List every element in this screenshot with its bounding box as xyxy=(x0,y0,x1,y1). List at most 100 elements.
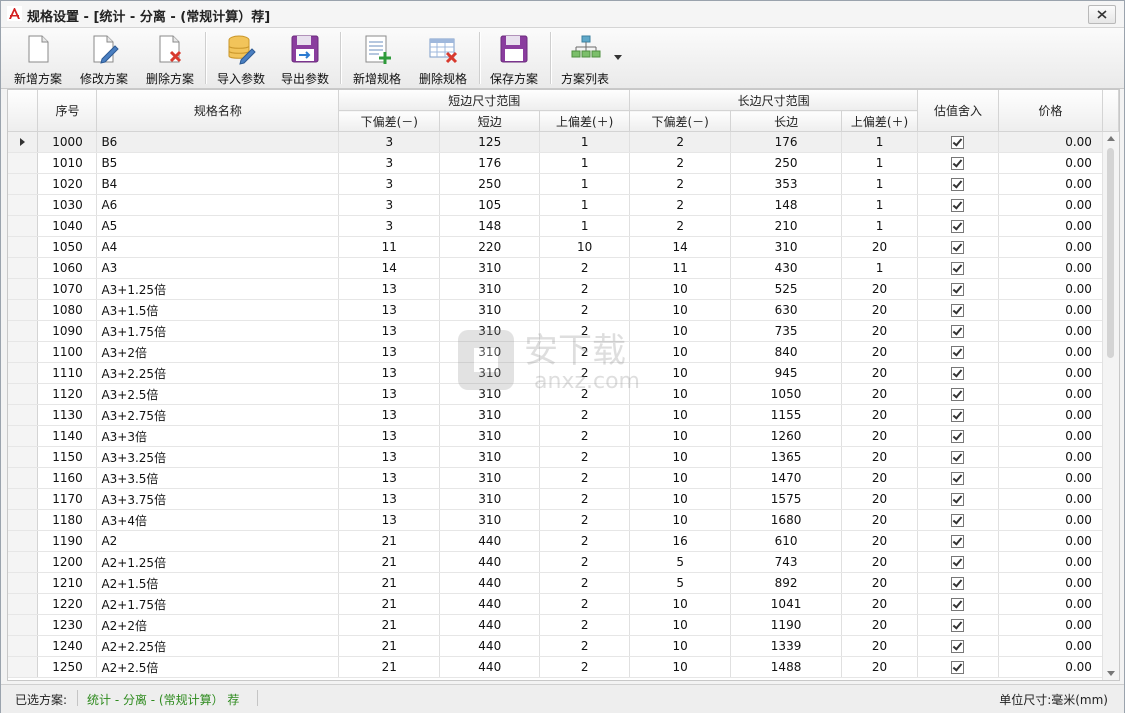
cell-long-lower[interactable]: 16 xyxy=(629,530,732,552)
cell-name[interactable]: A3+1.25倍 xyxy=(96,278,340,300)
row-header[interactable] xyxy=(8,362,39,384)
rounding-checkbox[interactable] xyxy=(951,283,965,296)
cell-short-lower[interactable]: 21 xyxy=(338,572,441,594)
cell-name[interactable]: A4 xyxy=(96,236,340,258)
row-header[interactable] xyxy=(8,467,39,489)
cell-seq[interactable]: 1250 xyxy=(37,656,98,678)
cell-long-lower[interactable]: 10 xyxy=(629,425,732,447)
cell-short-upper[interactable]: 2 xyxy=(539,278,631,300)
dropdown-arrow-icon[interactable] xyxy=(614,55,622,61)
row-header[interactable] xyxy=(8,509,39,531)
row-header[interactable] xyxy=(8,572,39,594)
cell-seq[interactable]: 1010 xyxy=(37,152,98,174)
cell-short-lower[interactable]: 21 xyxy=(338,530,441,552)
cell-short-upper[interactable]: 2 xyxy=(539,299,631,321)
cell-short-lower[interactable]: 21 xyxy=(338,551,441,573)
cell-long-side[interactable]: 1488 xyxy=(730,656,843,678)
row-header[interactable] xyxy=(8,383,39,405)
cell-short-upper[interactable]: 2 xyxy=(539,362,631,384)
cell-long-lower[interactable]: 10 xyxy=(629,593,732,615)
cell-short-side[interactable]: 105 xyxy=(439,194,541,216)
cell-long-lower[interactable]: 10 xyxy=(629,404,732,426)
row-header[interactable] xyxy=(8,551,39,573)
row-header[interactable] xyxy=(8,425,39,447)
cell-long-side[interactable]: 610 xyxy=(730,530,843,552)
cell-long-upper[interactable]: 20 xyxy=(841,425,918,447)
cell-long-upper[interactable]: 1 xyxy=(841,194,918,216)
cell-short-side[interactable]: 148 xyxy=(439,215,541,237)
cell-price[interactable]: 0.00 xyxy=(998,173,1103,195)
cell-price[interactable]: 0.00 xyxy=(998,404,1103,426)
cell-seq[interactable]: 1050 xyxy=(37,236,98,258)
cell-name[interactable]: A3+2倍 xyxy=(96,341,340,363)
cell-price[interactable]: 0.00 xyxy=(998,614,1103,636)
cell-price[interactable]: 0.00 xyxy=(998,341,1103,363)
cell-short-side[interactable]: 250 xyxy=(439,173,541,195)
cell-seq[interactable]: 1130 xyxy=(37,404,98,426)
cell-price[interactable]: 0.00 xyxy=(998,551,1103,573)
cell-price[interactable]: 0.00 xyxy=(998,299,1103,321)
cell-short-upper[interactable]: 2 xyxy=(539,467,631,489)
cell-seq[interactable]: 1210 xyxy=(37,572,98,594)
cell-long-lower[interactable]: 10 xyxy=(629,341,732,363)
cell-long-upper[interactable]: 20 xyxy=(841,530,918,552)
rounding-checkbox[interactable] xyxy=(951,304,965,317)
cell-name[interactable]: A3+3倍 xyxy=(96,425,340,447)
table-row[interactable]: 1200 A2+1.25倍 21 440 2 5 743 20 0.00 xyxy=(8,551,1119,573)
row-header[interactable] xyxy=(8,194,39,216)
row-header[interactable] xyxy=(8,152,39,174)
col-header-short-side[interactable]: 短边 xyxy=(439,110,541,132)
cell-name[interactable]: A2 xyxy=(96,530,340,552)
cell-long-lower[interactable]: 10 xyxy=(629,635,732,657)
cell-name[interactable]: A3+3.25倍 xyxy=(96,446,340,468)
cell-short-lower[interactable]: 21 xyxy=(338,593,441,615)
cell-price[interactable]: 0.00 xyxy=(998,593,1103,615)
cell-seq[interactable]: 1070 xyxy=(37,278,98,300)
cell-long-lower[interactable]: 10 xyxy=(629,362,732,384)
rounding-checkbox[interactable] xyxy=(951,514,965,527)
rounding-checkbox[interactable] xyxy=(951,136,965,149)
row-header[interactable] xyxy=(8,614,39,636)
cell-short-lower[interactable]: 13 xyxy=(338,425,441,447)
scroll-thumb[interactable] xyxy=(1107,148,1114,358)
cell-short-upper[interactable]: 2 xyxy=(539,614,631,636)
cell-long-lower[interactable]: 2 xyxy=(629,152,732,174)
cell-short-side[interactable]: 310 xyxy=(439,320,541,342)
table-row[interactable]: 1250 A2+2.5倍 21 440 2 10 1488 20 0.00 xyxy=(8,656,1119,678)
row-header[interactable] xyxy=(8,656,39,678)
cell-name[interactable]: A2+2.5倍 xyxy=(96,656,340,678)
cell-long-side[interactable]: 1680 xyxy=(730,509,843,531)
cell-long-lower[interactable]: 10 xyxy=(629,488,732,510)
table-row[interactable]: 1110 A3+2.25倍 13 310 2 10 945 20 0.00 xyxy=(8,362,1119,384)
rounding-checkbox[interactable] xyxy=(951,325,965,338)
cell-long-upper[interactable]: 20 xyxy=(841,299,918,321)
row-header[interactable] xyxy=(8,173,39,195)
cell-short-upper[interactable]: 1 xyxy=(539,152,631,174)
cell-name[interactable]: A3+3.5倍 xyxy=(96,467,340,489)
export-params-button[interactable]: 导出参数 xyxy=(275,30,335,86)
cell-price[interactable]: 0.00 xyxy=(998,236,1103,258)
row-header[interactable] xyxy=(8,488,39,510)
row-header[interactable] xyxy=(8,278,39,300)
cell-seq[interactable]: 1000 xyxy=(37,131,98,153)
cell-long-lower[interactable]: 5 xyxy=(629,551,732,573)
cell-short-lower[interactable]: 3 xyxy=(338,215,441,237)
col-header-long-side[interactable]: 长边 xyxy=(730,110,843,132)
cell-short-lower[interactable]: 13 xyxy=(338,341,441,363)
cell-seq[interactable]: 1060 xyxy=(37,257,98,279)
rounding-checkbox[interactable] xyxy=(951,409,965,422)
cell-seq[interactable]: 1190 xyxy=(37,530,98,552)
cell-price[interactable]: 0.00 xyxy=(998,509,1103,531)
cell-long-lower[interactable]: 10 xyxy=(629,509,732,531)
cell-short-side[interactable]: 440 xyxy=(439,572,541,594)
cell-seq[interactable]: 1230 xyxy=(37,614,98,636)
cell-seq[interactable]: 1030 xyxy=(37,194,98,216)
cell-seq[interactable]: 1240 xyxy=(37,635,98,657)
table-row[interactable]: 1220 A2+1.75倍 21 440 2 10 1041 20 0.00 xyxy=(8,593,1119,615)
cell-short-upper[interactable]: 2 xyxy=(539,446,631,468)
cell-price[interactable]: 0.00 xyxy=(998,446,1103,468)
cell-name[interactable]: A2+2倍 xyxy=(96,614,340,636)
table-row[interactable]: 1060 A3 14 310 2 11 430 1 0.00 xyxy=(8,257,1119,279)
cell-short-upper[interactable]: 2 xyxy=(539,551,631,573)
cell-price[interactable]: 0.00 xyxy=(998,194,1103,216)
